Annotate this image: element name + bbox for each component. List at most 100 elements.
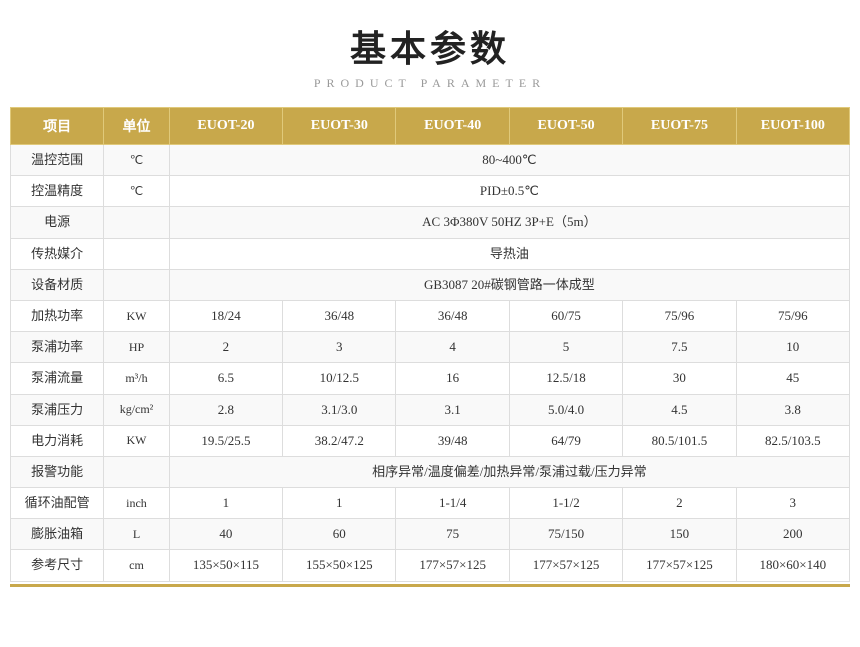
row-span-value: 相序异常/温度偏差/加热异常/泵浦过载/压力异常 [169, 456, 849, 487]
table-row: 电力消耗KW19.5/25.538.2/47.239/4864/7980.5/1… [11, 425, 850, 456]
table-header-cell-2: EUOT-20 [169, 108, 282, 145]
row-cell-5: 75/96 [736, 300, 849, 331]
row-cell-3: 5 [509, 332, 622, 363]
row-cell-0: 2 [169, 332, 282, 363]
row-span-value: 80~400℃ [169, 145, 849, 176]
row-unit: KW [104, 300, 170, 331]
row-label: 控温精度 [11, 176, 104, 207]
row-cell-0: 6.5 [169, 363, 282, 394]
row-cell-5: 45 [736, 363, 849, 394]
row-label: 加热功率 [11, 300, 104, 331]
table-body: 温控范围℃80~400℃控温精度℃PID±0.5℃电源AC 3Φ380V 50H… [11, 145, 850, 582]
row-unit [104, 207, 170, 238]
table-row: 加热功率KW18/2436/4836/4860/7575/9675/96 [11, 300, 850, 331]
table-row: 电源 AC 3Φ380V 50HZ 3P+E（5m） [11, 207, 850, 238]
table-header-cell-1: 单位 [104, 108, 170, 145]
row-unit: ℃ [104, 176, 170, 207]
row-cell-0: 135×50×115 [169, 550, 282, 581]
row-cell-4: 80.5/101.5 [623, 425, 736, 456]
row-cell-5: 82.5/103.5 [736, 425, 849, 456]
row-label: 泵浦压力 [11, 394, 104, 425]
table-row: 膨胀油箱L40607575/150150200 [11, 519, 850, 550]
row-cell-0: 1 [169, 488, 282, 519]
row-cell-2: 1-1/4 [396, 488, 509, 519]
row-cell-2: 75 [396, 519, 509, 550]
table-header-row: 项目单位EUOT-20EUOT-30EUOT-40EUOT-50EUOT-75E… [11, 108, 850, 145]
row-cell-2: 177×57×125 [396, 550, 509, 581]
row-label: 参考尺寸 [11, 550, 104, 581]
row-cell-0: 2.8 [169, 394, 282, 425]
row-cell-3: 60/75 [509, 300, 622, 331]
row-cell-3: 64/79 [509, 425, 622, 456]
row-cell-4: 4.5 [623, 394, 736, 425]
row-label: 设备材质 [11, 269, 104, 300]
row-cell-0: 18/24 [169, 300, 282, 331]
row-span-value: 导热油 [169, 238, 849, 269]
row-cell-3: 177×57×125 [509, 550, 622, 581]
row-cell-1: 1 [283, 488, 396, 519]
row-cell-1: 60 [283, 519, 396, 550]
table-row: 循环油配管inch111-1/41-1/223 [11, 488, 850, 519]
table-header-cell-4: EUOT-40 [396, 108, 509, 145]
row-label: 电源 [11, 207, 104, 238]
table-row: 温控范围℃80~400℃ [11, 145, 850, 176]
row-cell-5: 3 [736, 488, 849, 519]
row-cell-0: 19.5/25.5 [169, 425, 282, 456]
row-cell-3: 1-1/2 [509, 488, 622, 519]
table-row: 设备材质GB3087 20#碳钢管路一体成型 [11, 269, 850, 300]
table-row: 报警功能 相序异常/温度偏差/加热异常/泵浦过载/压力异常 [11, 456, 850, 487]
row-cell-4: 177×57×125 [623, 550, 736, 581]
table-row: 泵浦功率HP23457.510 [11, 332, 850, 363]
row-cell-3: 12.5/18 [509, 363, 622, 394]
table-row: 泵浦流量m³/h6.510/12.51612.5/183045 [11, 363, 850, 394]
table-header-cell-5: EUOT-50 [509, 108, 622, 145]
row-cell-5: 200 [736, 519, 849, 550]
row-span-value: PID±0.5℃ [169, 176, 849, 207]
table-row: 泵浦压力kg/cm²2.83.1/3.03.15.0/4.04.53.8 [11, 394, 850, 425]
row-cell-4: 150 [623, 519, 736, 550]
row-cell-2: 39/48 [396, 425, 509, 456]
row-cell-2: 16 [396, 363, 509, 394]
table-header-cell-3: EUOT-30 [283, 108, 396, 145]
row-cell-1: 3 [283, 332, 396, 363]
row-cell-2: 36/48 [396, 300, 509, 331]
row-label: 报警功能 [11, 456, 104, 487]
row-label: 传热媒介 [11, 238, 104, 269]
table-header-cell-7: EUOT-100 [736, 108, 849, 145]
row-cell-4: 75/96 [623, 300, 736, 331]
row-label: 温控范围 [11, 145, 104, 176]
row-cell-3: 5.0/4.0 [509, 394, 622, 425]
row-cell-0: 40 [169, 519, 282, 550]
row-cell-3: 75/150 [509, 519, 622, 550]
table-header-cell-0: 项目 [11, 108, 104, 145]
row-unit: HP [104, 332, 170, 363]
row-cell-1: 36/48 [283, 300, 396, 331]
row-cell-1: 10/12.5 [283, 363, 396, 394]
row-cell-1: 38.2/47.2 [283, 425, 396, 456]
row-unit [104, 238, 170, 269]
row-cell-4: 30 [623, 363, 736, 394]
page-subtitle: PRODUCT PARAMETER [314, 76, 546, 91]
table-row: 传热媒介 导热油 [11, 238, 850, 269]
row-unit [104, 456, 170, 487]
row-cell-2: 4 [396, 332, 509, 363]
row-label: 泵浦功率 [11, 332, 104, 363]
row-unit: cm [104, 550, 170, 581]
row-label: 循环油配管 [11, 488, 104, 519]
parameter-table: 项目单位EUOT-20EUOT-30EUOT-40EUOT-50EUOT-75E… [10, 107, 850, 582]
table-header-cell-6: EUOT-75 [623, 108, 736, 145]
table-row: 控温精度℃PID±0.5℃ [11, 176, 850, 207]
row-label: 泵浦流量 [11, 363, 104, 394]
row-unit [104, 269, 170, 300]
row-cell-4: 7.5 [623, 332, 736, 363]
row-cell-5: 180×60×140 [736, 550, 849, 581]
row-unit: KW [104, 425, 170, 456]
row-cell-4: 2 [623, 488, 736, 519]
row-span-value: AC 3Φ380V 50HZ 3P+E（5m） [169, 207, 849, 238]
row-cell-2: 3.1 [396, 394, 509, 425]
row-label: 电力消耗 [11, 425, 104, 456]
row-unit: L [104, 519, 170, 550]
row-unit: ℃ [104, 145, 170, 176]
row-cell-5: 3.8 [736, 394, 849, 425]
row-cell-1: 155×50×125 [283, 550, 396, 581]
